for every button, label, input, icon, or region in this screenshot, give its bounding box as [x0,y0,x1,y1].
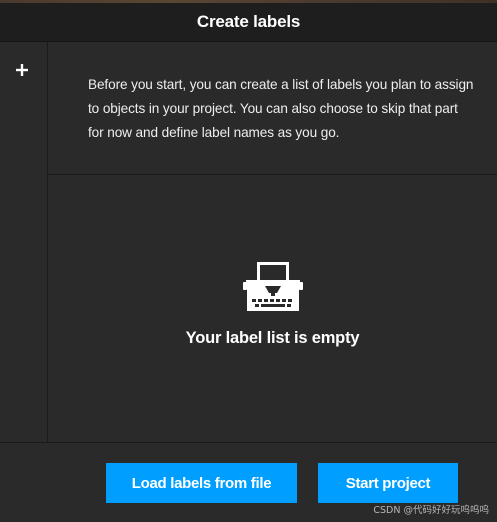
plus-icon [16,64,28,76]
label-sidebar [0,42,48,442]
load-labels-button[interactable]: Load labels from file [106,463,297,503]
watermark: CSDN @代码好好玩呜呜呜 [373,505,489,516]
intro-text: Before you start, you can create a list … [88,77,474,140]
typewriter-icon [242,262,303,311]
dialog-header: Create labels [0,3,497,42]
main-panel: Before you start, you can create a list … [48,42,497,442]
empty-state: Your label list is empty [48,176,497,442]
start-project-button[interactable]: Start project [318,463,458,503]
empty-state-message: Your label list is empty [185,329,360,347]
intro-section: Before you start, you can create a list … [48,42,497,175]
add-label-button[interactable] [12,60,32,80]
dialog-title: Create labels [196,12,301,31]
